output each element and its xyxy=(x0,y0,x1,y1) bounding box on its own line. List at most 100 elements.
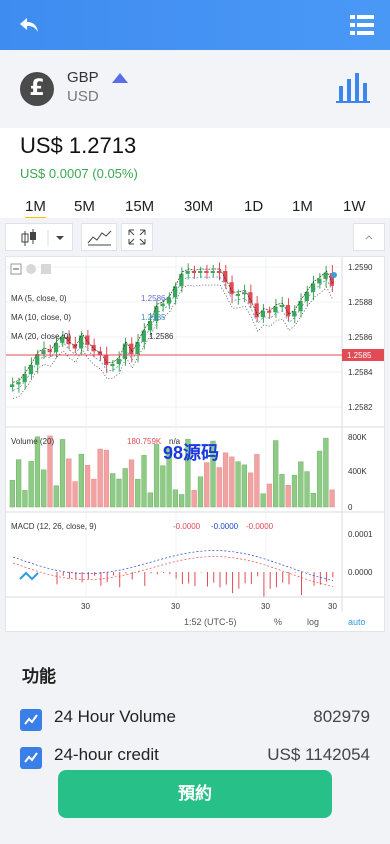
feature-value: US$ 1142054 xyxy=(267,745,370,764)
volume-tick-label: 400K xyxy=(348,467,367,476)
volume-bar xyxy=(16,459,22,508)
price-chart[interactable]: 1.2590 1.2588 1.2586 1.2584 1.2582 1.2585 800K… xyxy=(5,256,385,632)
tab-5m[interactable]: 5M xyxy=(74,198,95,215)
tab-1d[interactable]: 1D xyxy=(244,198,263,215)
candle xyxy=(304,291,309,301)
collapse-toolbar-button[interactable] xyxy=(353,223,385,251)
candle xyxy=(323,273,328,279)
fullscreen-icon xyxy=(128,229,146,245)
macd-value-1: -0.0000 xyxy=(173,522,201,531)
candle xyxy=(267,310,272,313)
features-section: 功能 24 Hour Volume 802979 24-hour credit … xyxy=(0,648,390,844)
legend-ma20: MA (20, close, 0) xyxy=(11,332,71,341)
volume-bar xyxy=(229,456,235,508)
macd-value-3: -0.0000 xyxy=(246,522,274,531)
volume-tick-label: 0 xyxy=(348,503,353,512)
bar-chart-icon[interactable] xyxy=(336,70,370,104)
trend-icon xyxy=(20,747,42,769)
volume-bar xyxy=(110,473,116,508)
price-panel: US$ 1.2713 US$ 0.0007 (0.05%) 1M 5M 15M … xyxy=(0,128,390,220)
candle xyxy=(47,350,52,353)
candlestick-icon xyxy=(21,229,64,246)
volume-tick-label: 800K xyxy=(348,433,367,442)
volume-bar xyxy=(22,490,28,508)
chart-container: 1.2590 1.2588 1.2586 1.2584 1.2582 1.2585 800K… xyxy=(0,218,390,638)
candle xyxy=(210,271,215,273)
logo-icon xyxy=(19,571,39,581)
trend-icon xyxy=(20,709,42,731)
timeframe-tabs: 1M 5M 15M 30M 1D 1M 1W xyxy=(0,194,390,220)
volume-bar xyxy=(279,474,285,508)
volume-bar xyxy=(103,449,110,508)
volume-bar xyxy=(316,450,323,508)
volume-bar xyxy=(97,448,103,508)
volume-bar xyxy=(273,440,279,508)
tab-15m[interactable]: 15M xyxy=(125,198,154,215)
volume-bar xyxy=(235,461,241,508)
tab-1-month[interactable]: 1M xyxy=(292,198,313,215)
percent-toggle[interactable]: % xyxy=(274,617,282,627)
reserve-button[interactable]: 預約 xyxy=(58,770,332,818)
legend-ma10: MA (10, close, 0) xyxy=(11,313,71,322)
base-currency[interactable]: GBP xyxy=(67,69,99,86)
log-toggle[interactable]: log xyxy=(307,617,319,627)
volume-bar xyxy=(216,467,222,508)
time-tick-label: 30 xyxy=(261,602,270,611)
macd-signal-line xyxy=(12,550,333,581)
volume-bar xyxy=(78,453,84,508)
tab-1w[interactable]: 1W xyxy=(343,198,366,215)
candle xyxy=(10,384,15,387)
fullscreen-button[interactable] xyxy=(121,223,153,251)
volume-bar xyxy=(47,435,53,508)
chart-style-select[interactable] xyxy=(5,223,73,251)
feature-value: 802979 xyxy=(313,707,370,726)
tab-1m[interactable]: 1M xyxy=(25,198,46,220)
pair-header: £ GBP USD xyxy=(0,50,390,128)
candle xyxy=(216,271,222,273)
time-tick-label: 30 xyxy=(328,602,337,611)
candle xyxy=(91,344,96,352)
eye-icon[interactable] xyxy=(26,264,36,274)
volume-bar xyxy=(72,481,78,508)
auto-toggle[interactable]: auto xyxy=(348,617,366,627)
chart-toolbar xyxy=(5,223,385,253)
price-tick-label: 1.2590 xyxy=(348,263,373,272)
price-tick-label: 1.2584 xyxy=(348,368,373,377)
candle xyxy=(110,364,115,367)
back-icon[interactable] xyxy=(16,12,42,38)
volume-legend-value: 180.759K xyxy=(127,437,162,446)
indicators-button[interactable] xyxy=(81,223,117,251)
tab-30m[interactable]: 30M xyxy=(184,198,213,215)
feature-label: 24-hour credit xyxy=(54,745,159,764)
candle xyxy=(285,305,291,317)
gear-icon[interactable] xyxy=(41,264,51,274)
volume-bar xyxy=(34,436,41,508)
candle xyxy=(104,355,109,366)
volume-bar xyxy=(128,459,135,508)
quote-currency: USD xyxy=(67,88,99,105)
volume-bar xyxy=(291,474,298,508)
volume-bar xyxy=(172,489,179,508)
chevron-up-icon xyxy=(365,235,373,240)
volume-bar xyxy=(241,464,247,508)
price-change: US$ 0.0007 (0.05%) xyxy=(20,166,138,181)
volume-bar xyxy=(53,485,59,508)
current-price-label: 1.2585 xyxy=(347,351,372,360)
time-tick-label: 30 xyxy=(171,602,180,611)
price-tick-label: 1.2588 xyxy=(348,298,373,307)
candle xyxy=(229,282,234,295)
time-zone-label[interactable]: 1:52 (UTC-5) xyxy=(184,617,237,627)
macd-line xyxy=(12,556,333,587)
triangle-up-icon[interactable] xyxy=(112,73,128,83)
volume-bar xyxy=(41,469,47,508)
volume-bar xyxy=(84,465,91,508)
volume-bar xyxy=(298,461,304,508)
legend-ma5-value: 1.2586 xyxy=(141,294,166,303)
volume-bar xyxy=(247,472,254,508)
volume-bar xyxy=(266,483,273,508)
candle xyxy=(129,343,134,354)
list-menu-icon[interactable] xyxy=(350,14,374,36)
volume-bar xyxy=(141,455,147,508)
volume-bar xyxy=(260,493,266,508)
volume-bar xyxy=(59,439,66,508)
